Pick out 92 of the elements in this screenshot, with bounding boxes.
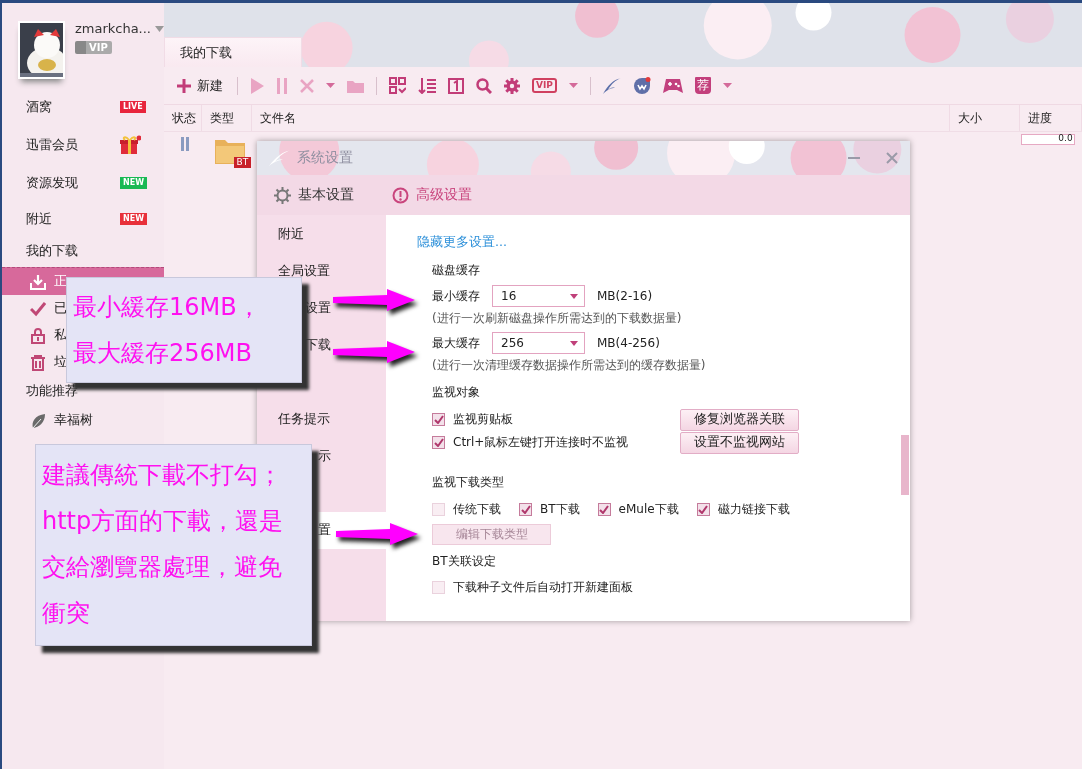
gamepad-icon[interactable]	[662, 78, 683, 93]
check-icon	[30, 300, 46, 317]
checkbox[interactable]	[432, 413, 445, 426]
caret-icon[interactable]	[722, 83, 732, 88]
leaf-icon	[30, 412, 46, 429]
sidebar-item[interactable]: 私	[54, 327, 67, 344]
new-button[interactable]: 新建	[177, 76, 223, 95]
swallow-icon[interactable]	[602, 77, 621, 94]
select-field[interactable]: 256	[492, 332, 585, 354]
sidebar-item[interactable]: 资源发现	[26, 174, 78, 192]
close-icon[interactable]	[886, 152, 898, 164]
checkbox[interactable]	[432, 436, 445, 449]
badge: NEW	[120, 213, 147, 225]
settings-icon	[274, 186, 291, 204]
arrow-icon	[336, 523, 418, 545]
range-label: MB(4-256)	[597, 336, 660, 350]
swallow-icon	[269, 150, 291, 166]
vip-button[interactable]: VIP	[532, 78, 557, 93]
tab[interactable]: 高级设置	[392, 186, 472, 204]
range-label: MB(2-16)	[597, 289, 653, 303]
checkbox-label: 下载种子文件后自动打开新建面板	[453, 579, 633, 596]
checkbox[interactable]	[519, 502, 532, 516]
settings-icon[interactable]	[504, 77, 520, 94]
close-icon[interactable]	[300, 78, 314, 93]
hint-text: (进行一次刷新磁盘操作所需达到的下载数据量)	[432, 310, 683, 327]
field-label: 最小缓存	[432, 287, 480, 305]
link[interactable]: 隐藏更多设置...	[417, 234, 507, 251]
nav-item[interactable]: 示	[318, 448, 331, 465]
tab[interactable]: 基本设置	[274, 186, 354, 204]
nav-item[interactable]: 附近	[278, 226, 304, 243]
checkbox-label: BT下载	[540, 500, 580, 518]
checkbox-label: 磁力链接下载	[717, 500, 790, 518]
alert-icon	[392, 186, 409, 204]
caret-icon[interactable]	[326, 83, 335, 88]
section-heading: 监视下载类型	[432, 473, 504, 491]
annotation-text: 最小緩存16MB，最大緩存256MB	[73, 292, 262, 369]
checkbox-label: eMule下载	[618, 500, 679, 518]
caret-icon[interactable]	[568, 83, 578, 88]
column-header[interactable]: 类型	[209, 105, 234, 131]
pause-icon[interactable]	[180, 137, 190, 151]
checkbox-label: Ctrl+鼠标左键打开连接时不监视	[453, 434, 629, 451]
nav-item[interactable]: 全局设置	[278, 263, 330, 280]
download-icon	[30, 273, 46, 290]
section-heading: BT关联设定	[432, 552, 496, 570]
progress-reading: 0.0	[1058, 133, 1073, 143]
caret-icon	[570, 293, 578, 299]
search-icon[interactable]	[476, 77, 492, 94]
action-button[interactable]: 设置不监视网站	[680, 431, 799, 454]
nav-item[interactable]: 任务提示	[278, 411, 330, 428]
folder-icon[interactable]	[347, 78, 364, 93]
number-icon[interactable]	[448, 77, 464, 94]
scrollbar-thumb[interactable]	[901, 435, 909, 495]
section-heading: 我的下载	[26, 243, 78, 260]
checkbox[interactable]	[597, 502, 611, 516]
caret-icon	[570, 340, 578, 346]
annotation-text: 建議傳統下載不打勾；http方面的下載，還是交給瀏覽器處理，避免衝突	[42, 460, 285, 629]
sort-icon[interactable]	[418, 77, 436, 94]
trash-icon	[30, 354, 46, 371]
sidebar-item[interactable]: 附近	[26, 210, 52, 228]
column-header[interactable]: 文件名	[259, 105, 296, 131]
file-type-badge: BT	[233, 157, 252, 168]
badge: LIVE	[120, 101, 146, 113]
arrow-icon	[333, 341, 415, 363]
checkbox-label: 监视剪贴板	[453, 411, 513, 428]
recommend-button[interactable]: 荐	[694, 77, 711, 94]
column-header[interactable]: 状态	[172, 105, 196, 131]
arrow-icon	[333, 289, 415, 311]
sidebar-item[interactable]: 迅雷会员	[26, 136, 78, 154]
checkbox-label: 传统下载	[453, 500, 501, 518]
section-heading: 监视对象	[432, 383, 480, 401]
pause-icon[interactable]	[276, 77, 288, 94]
hint-text: (进行一次清理缓存数据操作所需达到的缓存数据量)	[432, 357, 707, 374]
sidebar-item[interactable]: 酒窝	[26, 98, 52, 116]
action-button[interactable]: 修复浏览器关联	[680, 408, 799, 431]
play-icon[interactable]	[250, 77, 264, 94]
section-heading: 功能推荐	[26, 383, 78, 400]
column-header[interactable]: 大小	[958, 105, 983, 131]
column-header[interactable]: 进度	[1028, 105, 1053, 131]
window-title: 系统设置	[297, 149, 354, 167]
sidebar-item[interactable]: 幸福树	[54, 412, 93, 429]
sidebar-item[interactable]: 已	[54, 300, 67, 317]
section-heading: 磁盘缓存	[432, 261, 480, 279]
field-label: 最大缓存	[432, 334, 480, 352]
plus-icon	[177, 78, 191, 93]
gift-icon	[119, 135, 141, 155]
bird-icon[interactable]	[632, 77, 651, 94]
checkbox[interactable]	[696, 502, 710, 516]
lock-icon	[30, 327, 46, 344]
select-field[interactable]: 16	[492, 285, 585, 307]
badge: NEW	[120, 177, 147, 189]
sidebar-item[interactable]: 垃	[54, 354, 67, 371]
grid-icon[interactable]	[389, 77, 406, 94]
